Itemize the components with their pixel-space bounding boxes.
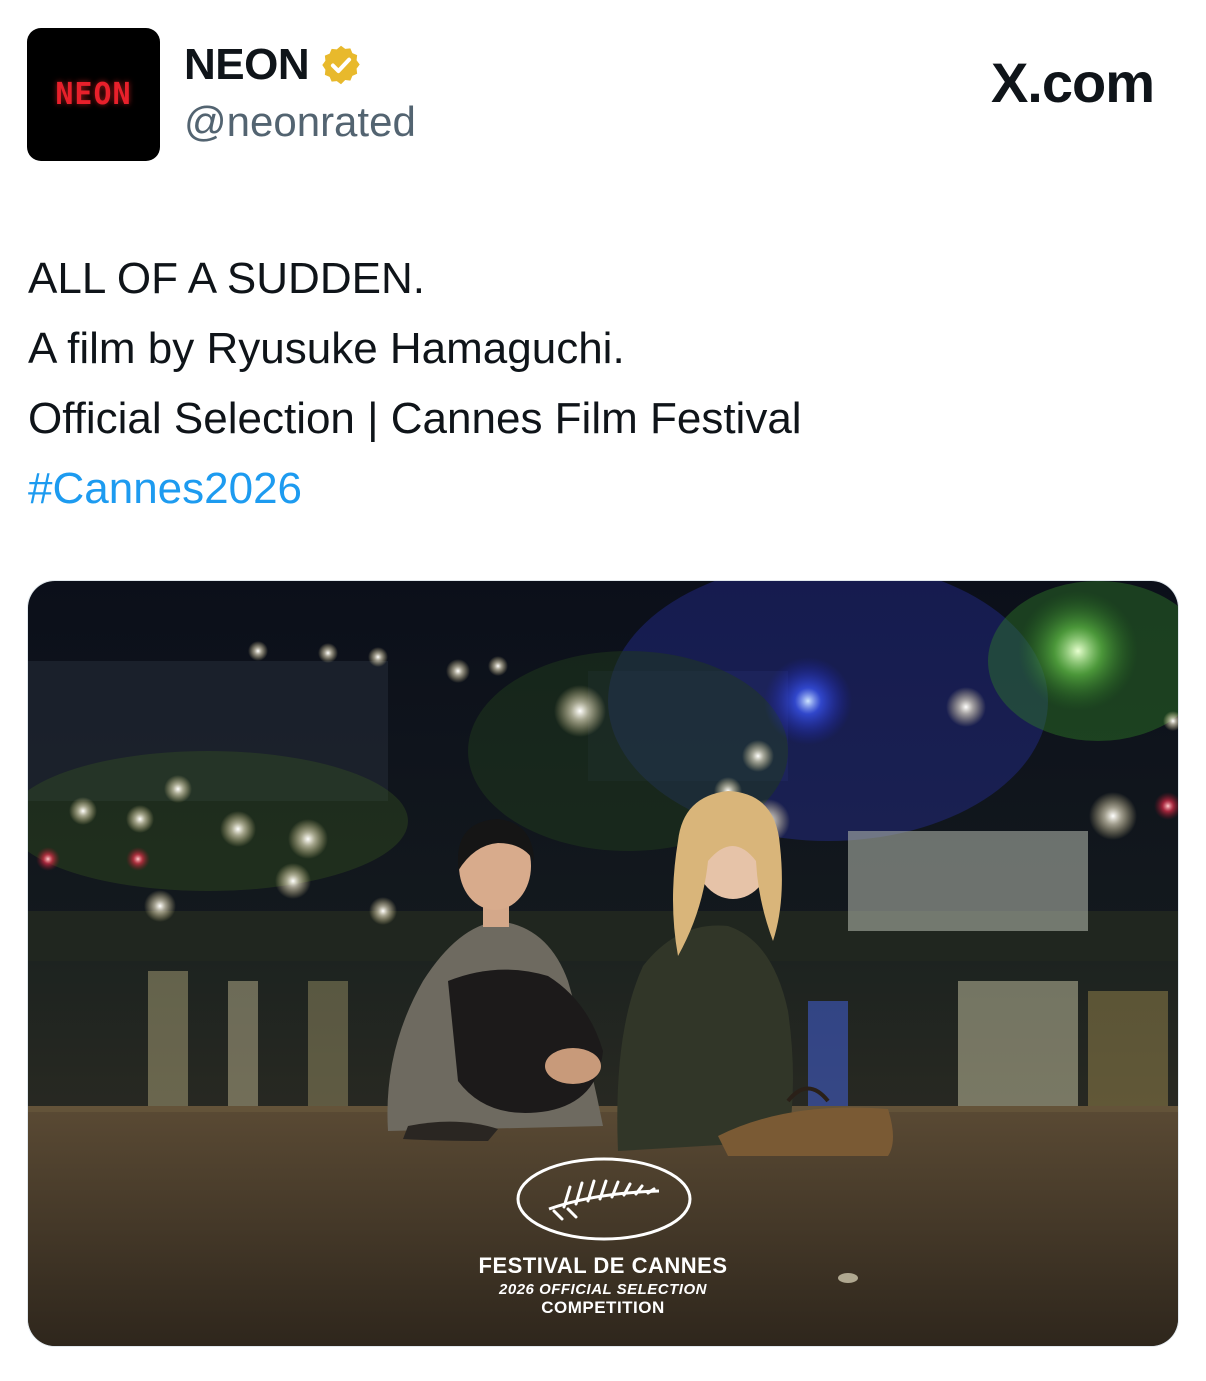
author-handle[interactable]: @neonrated [184,98,416,146]
festival-title: FESTIVAL DE CANNES [478,1253,728,1278]
tweet-line: Official Selection | Cannes Film Festiva… [28,394,802,443]
hashtag-link[interactable]: #Cannes2026 [28,454,802,524]
verified-badge-icon [322,45,360,85]
festival-subtitle: 2026 OFFICIAL SELECTION [499,1281,707,1298]
tweet-text: ALL OF A SUDDEN. A film by Ryusuke Hamag… [28,244,802,524]
cannes-selection-badge: FESTIVAL DE CANNES 2026 OFFICIAL SELECTI… [28,1253,1178,1318]
x-brand-logo: X.com [990,51,1155,114]
festival-category: COMPETITION [541,1298,665,1317]
tweet-line: A film by Ryusuke Hamaguchi. [28,324,625,373]
author-display-name[interactable]: NEON [184,40,310,90]
tweet-line: ALL OF A SUDDEN. [28,254,425,303]
author-name-row: NEON [184,40,363,90]
film-still [28,581,1178,1346]
avatar[interactable]: NEON [27,28,160,161]
avatar-logo-text: NEON [55,77,132,112]
tweet-media-image[interactable]: FESTIVAL DE CANNES 2026 OFFICIAL SELECTI… [27,580,1179,1347]
